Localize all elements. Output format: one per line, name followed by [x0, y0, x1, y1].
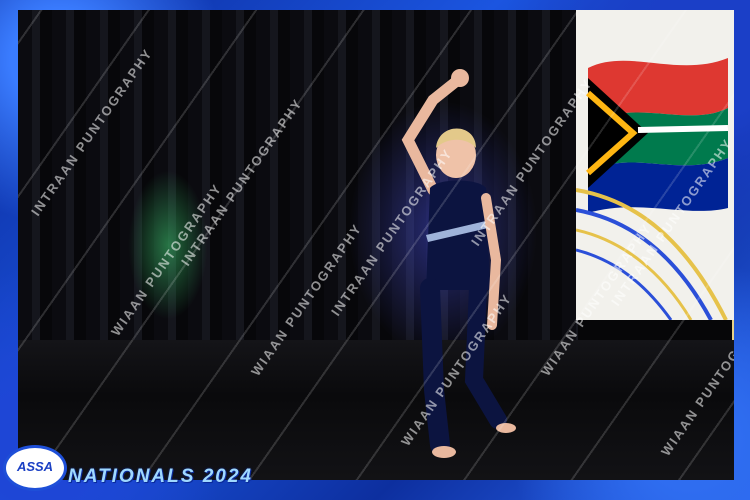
- watermark-text: WIAAN PUNTOGRAPHY: [398, 290, 515, 449]
- watermark-text: INTRAAN PUNTOGRAPHY: [28, 45, 156, 219]
- watermark-text: WIAAN PUNTOGRAPHY: [108, 180, 225, 339]
- watermark-text: INTRAAN PUNTOGRAPHY: [468, 75, 596, 249]
- watermark-text-layer: INTRAAN PUNTOGRAPHY WIAAN PUNTOGRAPHY IN…: [18, 10, 734, 480]
- photo-frame: INTRAAN PUNTOGRAPHY WIAAN PUNTOGRAPHY IN…: [0, 0, 750, 500]
- assa-logo: ASSA: [6, 448, 64, 488]
- event-title: NATIONALS 2024: [68, 466, 253, 487]
- watermark-text: WIAAN PUNTOGRAPHY: [538, 220, 655, 379]
- watermark-text: INTRAAN PUNTOGRAPHY: [178, 95, 306, 269]
- watermark-text: INTRAAN PUNTOGRAPHY: [608, 135, 734, 309]
- logo-text: ASSA: [16, 459, 54, 474]
- event-photo: INTRAAN PUNTOGRAPHY WIAAN PUNTOGRAPHY IN…: [18, 10, 734, 480]
- watermark-text: WIAAN PUNTOGRAPHY: [658, 300, 734, 459]
